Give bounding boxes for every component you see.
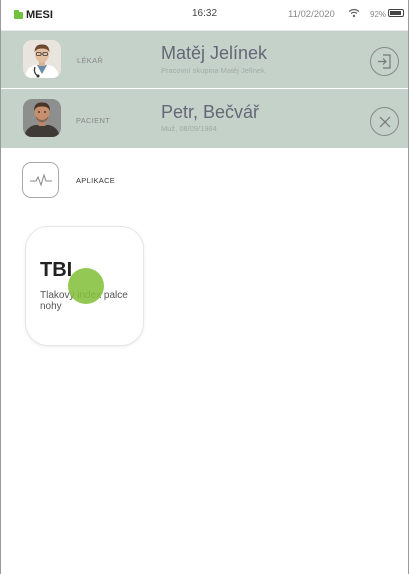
status-date: 11/02/2020 [288, 9, 335, 20]
close-patient-button[interactable] [370, 107, 399, 136]
patient-role-label: PACIENT [76, 116, 111, 125]
patient-name: Petr, Bečvář [161, 102, 260, 122]
logout-button[interactable] [370, 47, 399, 76]
clock: 16:32 [191, 8, 218, 19]
battery-icon [388, 9, 404, 17]
pulse-icon [22, 162, 59, 198]
doctor-row[interactable]: LÉKAŘ Matěj Jelínek Pracovní skupina Mat… [1, 31, 408, 88]
patient-avatar [23, 99, 61, 137]
doctor-name: Matěj Jelínek [161, 43, 268, 63]
status-bar: MESI 16:32 11/02/2020 92% [1, 0, 408, 31]
logout-icon [378, 54, 391, 69]
doctor-role-label: LÉKAŘ [77, 56, 104, 65]
doctor-workgroup: Pracovní skupina Matěj Jelínek [161, 66, 265, 75]
apps-section-label: APLIKACE [76, 176, 116, 185]
close-icon [379, 116, 390, 127]
doctor-avatar [23, 40, 61, 78]
touch-indicator [68, 268, 104, 304]
battery-percent: 92% [370, 10, 387, 19]
patient-details: Muž, 08/09/1984 [161, 124, 217, 133]
device-screen: MESI 16:32 11/02/2020 92% LÉKAŘ Matěj Je… [0, 0, 409, 574]
patient-row[interactable]: PACIENT Petr, Bečvář Muž, 08/09/1984 [1, 89, 408, 148]
app-tile-title: TBI [40, 259, 73, 281]
apps-section-header: APLIKACE [22, 162, 392, 198]
wifi-icon [348, 8, 360, 18]
battery-fill [390, 11, 402, 15]
